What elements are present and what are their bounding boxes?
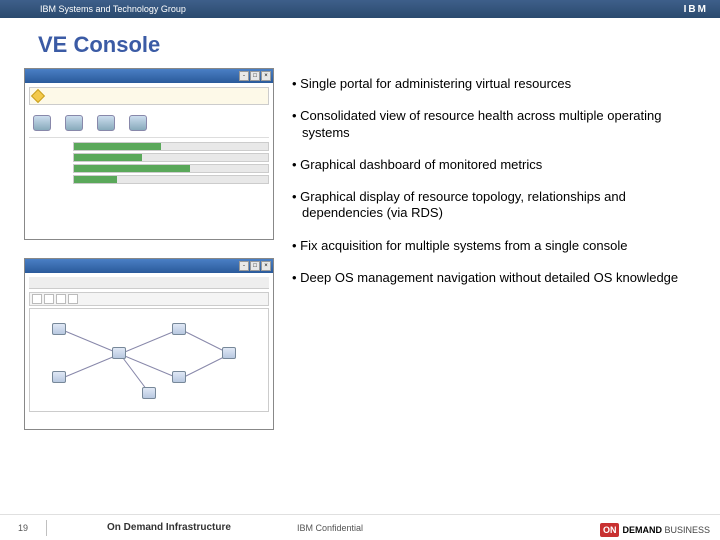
badge-text: DEMAND BUSINESS	[622, 525, 710, 535]
screenshot-column: - □ ×	[24, 68, 274, 430]
page-number: 19	[0, 515, 46, 540]
warning-icon	[31, 89, 45, 103]
topology-node	[52, 323, 66, 335]
topology-canvas	[29, 308, 269, 412]
window-min-icon: -	[239, 261, 249, 271]
bar-fill	[74, 176, 117, 183]
footer-brand: On Demand Infrastructure	[107, 522, 277, 533]
bullet-item: Consolidated view of resource health acr…	[292, 108, 710, 141]
resource-icon	[33, 115, 51, 131]
footer-divider	[46, 520, 47, 536]
content-area: - □ ×	[0, 68, 720, 430]
topology-node	[52, 371, 66, 383]
resource-group	[65, 115, 83, 131]
resource-icons-row	[29, 109, 269, 137]
bullet-item: Single portal for administering virtual …	[292, 76, 710, 92]
nav-button	[68, 294, 78, 304]
attention-panel	[29, 87, 269, 105]
bar-fill	[74, 143, 161, 150]
topology-node	[112, 347, 126, 359]
window-close-icon: ×	[261, 71, 271, 81]
on-demand-badge: ON DEMAND BUSINESS	[600, 523, 710, 537]
nav-button	[56, 294, 66, 304]
metric-bar	[73, 142, 269, 151]
metrics-charts	[29, 137, 269, 184]
chart-bars	[73, 142, 269, 184]
footer: 19 On Demand Infrastructure IBM Confiden…	[0, 514, 720, 540]
nav-button	[44, 294, 54, 304]
badge-business: BUSINESS	[664, 525, 710, 535]
topology-node	[142, 387, 156, 399]
metric-bar	[73, 153, 269, 162]
footer-confidential: IBM Confidential	[297, 523, 363, 533]
topology-toolbar	[29, 277, 269, 289]
ibm-logo: IBM	[684, 4, 708, 15]
metric-bar	[73, 164, 269, 173]
resource-icon	[65, 115, 83, 131]
resource-icon	[129, 115, 147, 131]
badge-demand: DEMAND	[622, 525, 662, 535]
bullet-item: Fix acquisition for multiple systems fro…	[292, 238, 710, 254]
metric-bar	[73, 175, 269, 184]
screenshot-topology: - □ ×	[24, 258, 274, 430]
topology-body	[25, 273, 273, 429]
resource-icon	[97, 115, 115, 131]
slide-title: VE Console	[38, 32, 720, 58]
window-max-icon: □	[250, 71, 260, 81]
header-bar: IBM Systems and Technology Group IBM	[0, 0, 720, 18]
dashboard-body	[25, 83, 273, 239]
topology-node	[172, 323, 186, 335]
window-titlebar: - □ ×	[25, 259, 273, 273]
bullet-item: Deep OS management navigation without de…	[292, 270, 710, 286]
topology-nav	[29, 292, 269, 306]
resource-group	[33, 115, 51, 131]
chart-label-col	[29, 142, 69, 184]
topology-node	[172, 371, 186, 383]
topology-node	[222, 347, 236, 359]
badge-on: ON	[600, 523, 620, 537]
window-titlebar: - □ ×	[25, 69, 273, 83]
header-group-label: IBM Systems and Technology Group	[40, 4, 186, 14]
bullet-item: Graphical dashboard of monitored metrics	[292, 157, 710, 173]
screenshot-dashboard: - □ ×	[24, 68, 274, 240]
bullet-list: Single portal for administering virtual …	[292, 68, 710, 430]
resource-group	[97, 115, 115, 131]
window-max-icon: □	[250, 261, 260, 271]
window-min-icon: -	[239, 71, 249, 81]
bar-fill	[74, 165, 190, 172]
bullet-item: Graphical display of resource topology, …	[292, 189, 710, 222]
resource-group	[129, 115, 147, 131]
nav-button	[32, 294, 42, 304]
bar-fill	[74, 154, 142, 161]
window-close-icon: ×	[261, 261, 271, 271]
